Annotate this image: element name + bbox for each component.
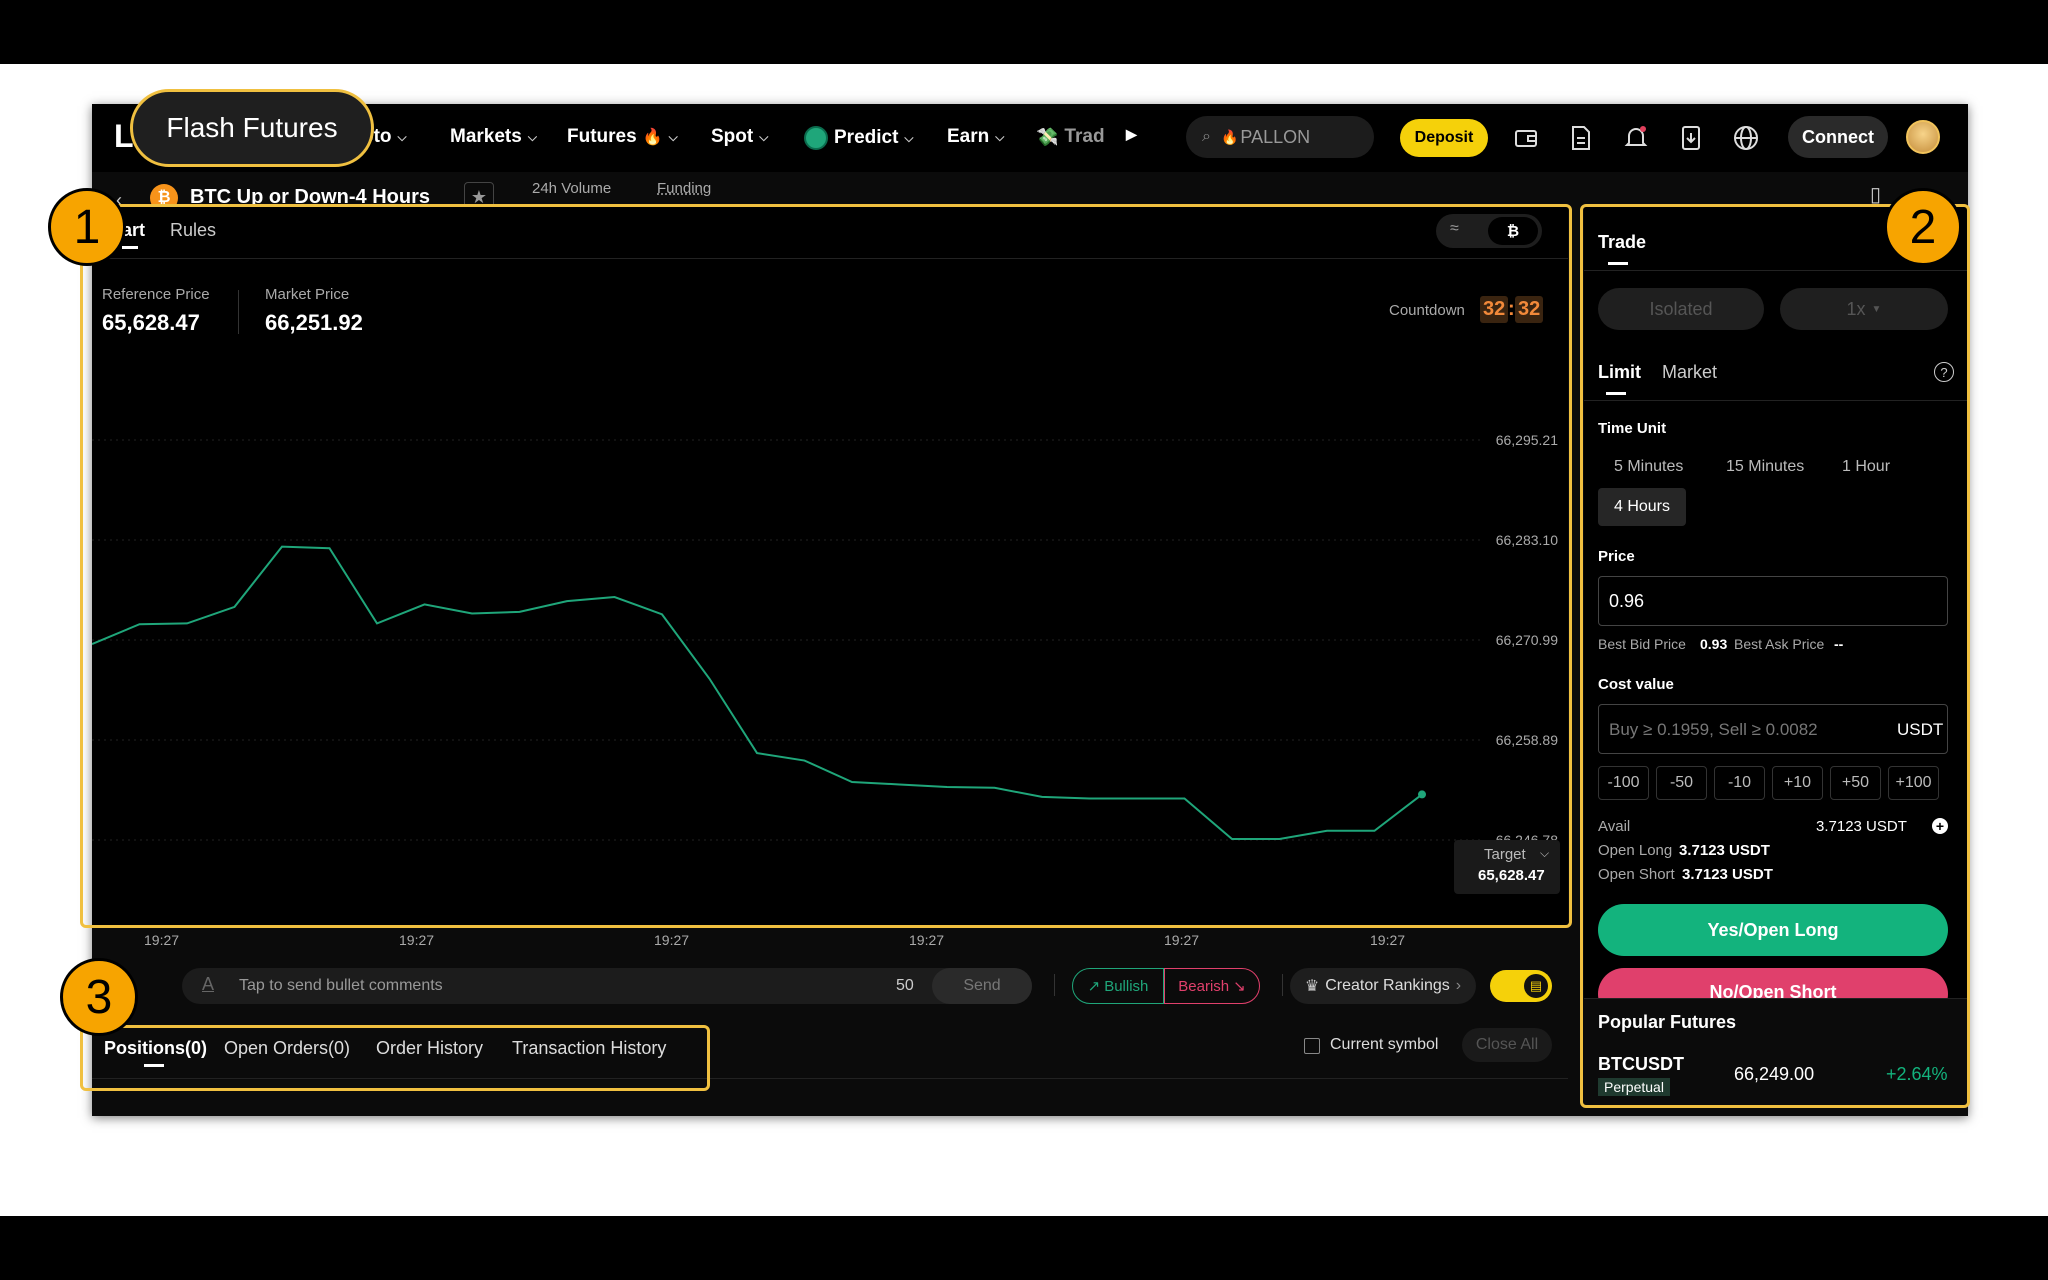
- bullish-label: Bullish: [1104, 977, 1149, 995]
- annotation-badge-1: 1: [48, 188, 126, 266]
- search-icon: ⌕: [1202, 128, 1211, 145]
- chevron-down-icon: ⌵: [668, 129, 678, 144]
- chevron-right-icon: ›: [1455, 977, 1462, 994]
- crown-icon: ♛: [1304, 978, 1320, 995]
- nav-earn[interactable]: Earn ⌵: [947, 126, 1004, 148]
- divider: [1054, 974, 1055, 996]
- download-icon[interactable]: [1677, 124, 1705, 152]
- bullish-button[interactable]: ↗ Bullish: [1072, 968, 1164, 1004]
- nav-earn-label: Earn: [947, 126, 990, 147]
- creator-rankings-button[interactable]: ♛ Creator Rankings ›: [1290, 968, 1476, 1004]
- nav-predict-label: Predict: [834, 127, 899, 148]
- current-symbol-label: Current symbol: [1330, 1036, 1439, 1053]
- nav-markets[interactable]: Markets ⌵: [450, 126, 537, 148]
- comment-char-count: 50: [896, 977, 914, 994]
- bearish-button[interactable]: Bearish ↘: [1164, 968, 1260, 1004]
- nav-more-arrow-icon[interactable]: ▶: [1126, 126, 1137, 143]
- annotation-badge-3: 3: [60, 958, 138, 1036]
- top-navigation-bar: L pto ⌵ Markets ⌵ Futures 🔥 ⌵ Spot ⌵ Pre…: [92, 104, 1968, 172]
- nav-trade[interactable]: 💸 Trad: [1036, 126, 1105, 148]
- nav-predict[interactable]: Predict ⌵: [804, 126, 914, 150]
- time-label: 19:27: [399, 932, 435, 948]
- chevron-down-icon: ⌵: [527, 129, 537, 144]
- connect-button[interactable]: Connect: [1788, 116, 1888, 158]
- comment-bubble-icon: ▤: [1524, 974, 1548, 998]
- bell-icon[interactable]: [1622, 124, 1650, 152]
- nav-futures[interactable]: Futures 🔥 ⌵: [567, 126, 678, 148]
- current-symbol-checkbox[interactable]: [1304, 1038, 1320, 1054]
- search-text: PALLON: [1240, 126, 1311, 147]
- bullet-comments-bar: A Tap to send bullet comments 50 Send ↗ …: [92, 964, 1568, 1014]
- nav-markets-label: Markets: [450, 126, 522, 147]
- text-style-icon[interactable]: A: [202, 974, 214, 995]
- highlight-orders-tabs: [80, 1025, 710, 1091]
- globe-icon[interactable]: [1732, 124, 1760, 152]
- time-label: 19:27: [1370, 932, 1406, 948]
- wallet-icon[interactable]: [1512, 124, 1540, 152]
- stat-24h-volume-label: 24h Volume: [532, 180, 612, 197]
- arrow-up-right-icon: ↗: [1087, 978, 1101, 995]
- trade-emoji-icon: 💸: [1036, 126, 1059, 147]
- fire-icon: 🔥: [642, 129, 663, 146]
- nav-spot[interactable]: Spot ⌵: [711, 126, 768, 148]
- screenshot-stage: L pto ⌵ Markets ⌵ Futures 🔥 ⌵ Spot ⌵ Pre…: [0, 0, 2048, 1280]
- nav-spot-label: Spot: [711, 126, 754, 147]
- time-label: 19:27: [144, 932, 180, 948]
- highlight-trade-panel: [1580, 204, 1970, 1108]
- chevron-down-icon: ⌵: [995, 129, 1005, 144]
- deposit-button[interactable]: Deposit: [1400, 119, 1488, 157]
- arrow-down-right-icon: ↘: [1233, 978, 1246, 995]
- send-button[interactable]: Send: [932, 968, 1032, 1004]
- nav-futures-label: Futures: [567, 126, 637, 147]
- divider: [1282, 974, 1283, 996]
- creator-rankings-label: Creator Rankings: [1325, 977, 1450, 994]
- annotation-badge-2: 2: [1884, 188, 1962, 266]
- chevron-down-icon: ⌵: [397, 129, 407, 144]
- flash-futures-callout: Flash Futures: [130, 89, 374, 167]
- comments-toggle[interactable]: ▤: [1490, 970, 1552, 1002]
- bearish-label: Bearish: [1178, 977, 1230, 995]
- chevron-down-icon: ⌵: [904, 130, 914, 145]
- predict-icon: [804, 126, 828, 150]
- nav-trade-label: Trad: [1064, 126, 1105, 147]
- highlight-chart-area: [80, 204, 1572, 928]
- avatar[interactable]: [1906, 120, 1940, 154]
- stat-funding-label[interactable]: Funding: [657, 180, 711, 197]
- bullet-comment-input[interactable]: A Tap to send bullet comments 50 Send: [182, 968, 1032, 1004]
- search-input[interactable]: ⌕ 🔥 PALLON: [1186, 116, 1374, 158]
- hot-fire-icon: 🔥: [1220, 128, 1239, 145]
- time-label: 19:27: [1164, 932, 1200, 948]
- chevron-down-icon: ⌵: [759, 129, 769, 144]
- time-label: 19:27: [654, 932, 690, 948]
- time-label: 19:27: [909, 932, 945, 948]
- document-icon[interactable]: [1567, 124, 1595, 152]
- close-all-button[interactable]: Close All: [1462, 1028, 1552, 1062]
- comment-placeholder: Tap to send bullet comments: [239, 977, 443, 994]
- bottom-time-axis: 19:27 19:27 19:27 19:27 19:27 19:27: [92, 930, 1568, 960]
